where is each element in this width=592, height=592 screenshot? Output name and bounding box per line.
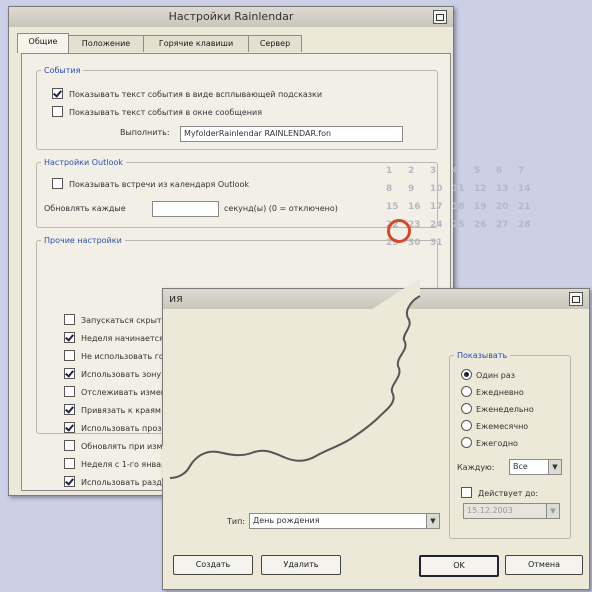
tab-general[interactable]: Общие <box>17 33 69 53</box>
torn-edge <box>162 278 421 479</box>
